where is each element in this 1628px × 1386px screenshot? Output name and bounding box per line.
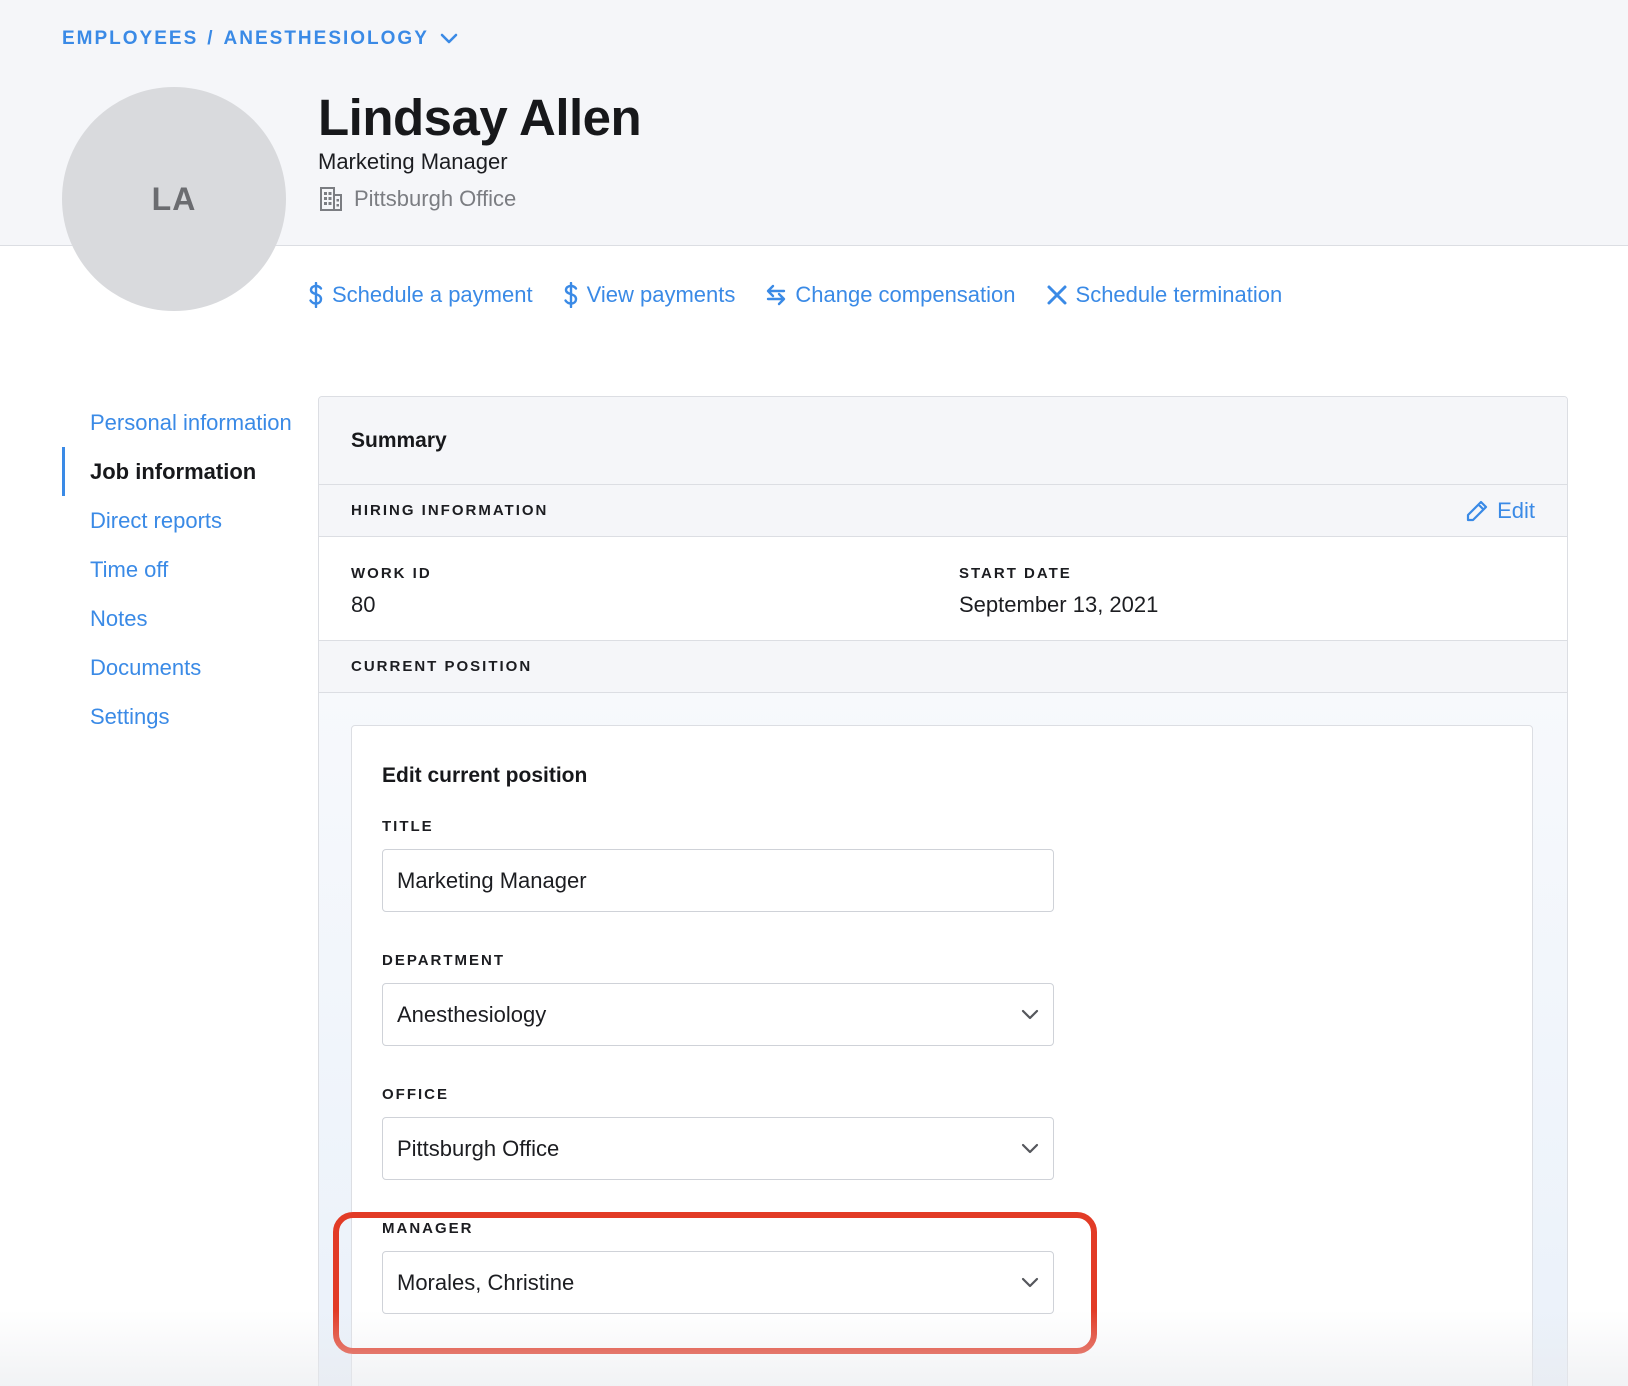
current-position-area: Edit current position TITLE Marketing Ma… <box>319 693 1567 1386</box>
title-label: TITLE <box>382 818 434 835</box>
title-input[interactable]: Marketing Manager <box>382 849 1054 912</box>
schedule-termination-label: Schedule termination <box>1075 282 1283 307</box>
employee-office: Pittsburgh Office <box>318 186 516 212</box>
view-payments-label: View payments <box>586 282 736 307</box>
work-id-label: WORK ID <box>351 565 432 582</box>
manager-group: MANAGER Morales, Christine <box>382 1220 1054 1314</box>
breadcrumb-employees[interactable]: EMPLOYEES <box>62 28 198 50</box>
hiring-information-header: HIRING INFORMATION Edit <box>319 485 1567 537</box>
title-input-value: Marketing Manager <box>397 867 587 893</box>
avatar-initials: LA <box>151 180 197 217</box>
current-position-label: CURRENT POSITION <box>351 658 533 675</box>
start-date-field: START DATE September 13, 2021 <box>959 565 1158 618</box>
sidenav-item-direct-reports[interactable]: Direct reports <box>62 496 312 545</box>
breadcrumb-department[interactable]: ANESTHESIOLOGY <box>224 28 429 50</box>
office-select-value: Pittsburgh Office <box>397 1135 560 1161</box>
hiring-information-label: HIRING INFORMATION <box>351 502 549 519</box>
sidenav-item-personal-information[interactable]: Personal information <box>62 398 312 447</box>
title-group: TITLE Marketing Manager <box>382 818 1054 912</box>
department-select[interactable]: Anesthesiology <box>382 983 1054 1046</box>
view-payments-button[interactable]: View payments <box>563 282 736 308</box>
work-id-value: 80 <box>351 592 376 617</box>
start-date-label: START DATE <box>959 565 1072 582</box>
hiring-information-body: WORK ID 80 START DATE September 13, 2021 <box>319 537 1567 641</box>
office-group: OFFICE Pittsburgh Office <box>382 1086 1054 1180</box>
department-label: DEPARTMENT <box>382 952 506 969</box>
employee-office-label: Pittsburgh Office <box>354 186 517 211</box>
manager-select[interactable]: Morales, Christine <box>382 1251 1054 1314</box>
building-icon <box>320 187 342 211</box>
chevron-down-icon <box>1021 1009 1039 1019</box>
change-compensation-button[interactable]: Change compensation <box>765 282 1016 308</box>
edit-hiring-button[interactable]: Edit <box>1465 498 1535 524</box>
office-label: OFFICE <box>382 1086 449 1103</box>
sidenav-item-time-off[interactable]: Time off <box>62 545 312 594</box>
manager-select-value: Morales, Christine <box>397 1269 575 1295</box>
swap-arrows-icon <box>767 284 786 306</box>
employee-name: Lindsay Allen <box>318 89 642 146</box>
start-date-value: September 13, 2021 <box>959 592 1159 617</box>
breadcrumb: EMPLOYEES / ANESTHESIOLOGY <box>62 28 458 50</box>
chevron-down-icon[interactable] <box>440 33 458 45</box>
summary-title: Summary <box>319 397 1567 485</box>
work-id-field: WORK ID 80 <box>351 565 432 618</box>
chevron-down-icon <box>1021 1277 1039 1287</box>
avatar: LA <box>62 87 286 311</box>
pencil-icon <box>1466 500 1488 521</box>
change-compensation-label: Change compensation <box>795 282 1016 307</box>
chevron-down-icon <box>1021 1143 1039 1153</box>
schedule-termination-button[interactable]: Schedule termination <box>1046 282 1283 308</box>
dollar-icon <box>309 282 323 308</box>
department-group: DEPARTMENT Anesthesiology <box>382 952 1054 1046</box>
sidenav-item-job-information[interactable]: Job information <box>62 447 312 496</box>
close-icon <box>1047 285 1067 305</box>
employee-title: Marketing Manager <box>318 149 508 174</box>
current-position-header: CURRENT POSITION <box>319 641 1567 693</box>
sidenav-item-notes[interactable]: Notes <box>62 594 312 643</box>
breadcrumb-separator: / <box>207 28 215 49</box>
sidenav-item-settings[interactable]: Settings <box>62 692 312 741</box>
edit-position-title: Edit current position <box>382 764 588 787</box>
sidenav-item-documents[interactable]: Documents <box>62 643 312 692</box>
employee-actions: Schedule a payment View payments Change … <box>308 282 1282 308</box>
edit-hiring-label: Edit <box>1497 497 1535 523</box>
summary-card: Summary HIRING INFORMATION Edit WORK ID … <box>318 396 1568 1386</box>
department-select-value: Anesthesiology <box>397 1001 547 1027</box>
office-select[interactable]: Pittsburgh Office <box>382 1117 1054 1180</box>
schedule-payment-label: Schedule a payment <box>332 282 533 307</box>
dollar-icon <box>563 282 577 308</box>
manager-label: MANAGER <box>382 1220 474 1237</box>
edit-position-form: Edit current position TITLE Marketing Ma… <box>351 725 1533 1386</box>
profile-sidenav: Personal information Job information Dir… <box>62 398 312 741</box>
schedule-payment-button[interactable]: Schedule a payment <box>308 282 533 308</box>
